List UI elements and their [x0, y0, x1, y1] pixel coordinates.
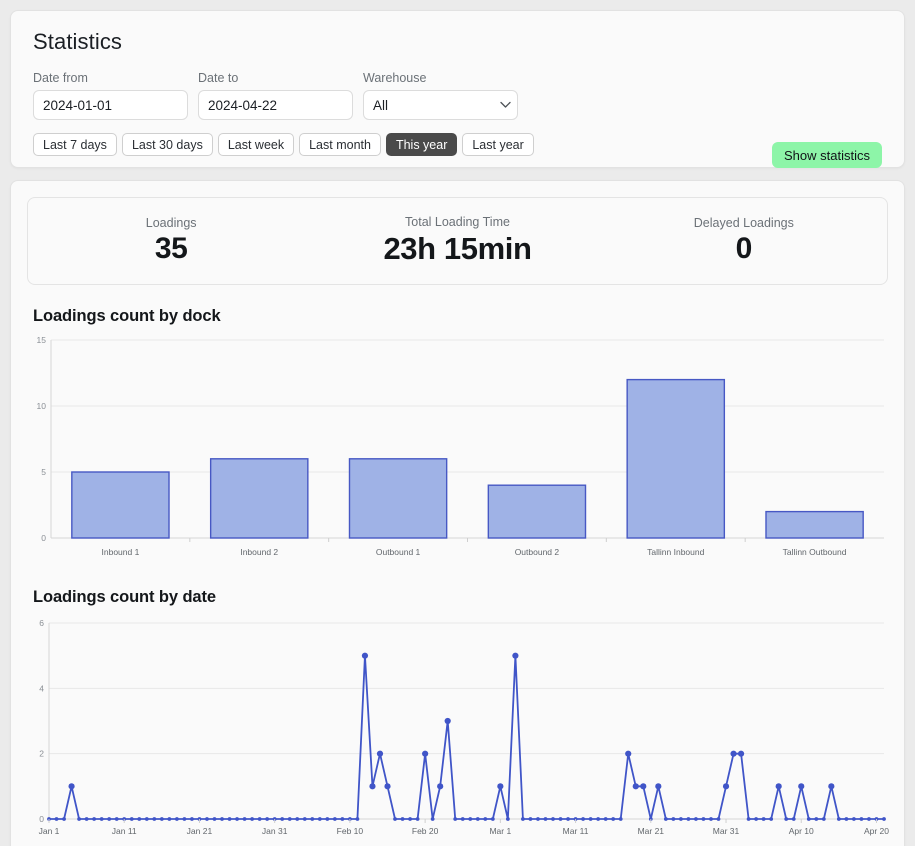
summary-value: 0 — [735, 232, 753, 265]
page-title: Statistics — [33, 29, 123, 54]
svg-text:Tallinn Outbound: Tallinn Outbound — [783, 547, 847, 557]
summary-cell: Loadings 35 — [28, 216, 314, 266]
summary-card: Loadings 35 Total Loading Time 23h 15min Del… — [27, 197, 888, 285]
filter-panel: Statistics Date from Date to Warehouse A… — [10, 10, 905, 168]
warehouse-select-wrap: All — [363, 90, 518, 120]
loadings-by-date-chart[interactable]: 0 2 4 6 Jan 1 Jan 11 Jan 21 Jan 31 Feb 10 Feb 20 M… — [27, 613, 890, 845]
summary-cell: Delayed Loadings 0 — [601, 216, 887, 266]
date-to-field: Date to — [198, 71, 353, 120]
svg-text:2: 2 — [39, 749, 44, 759]
svg-text:Jan 21: Jan 21 — [187, 826, 213, 836]
svg-text:4: 4 — [39, 683, 44, 693]
svg-text:Outbound 2: Outbound 2 — [515, 547, 560, 557]
quick-range-chip[interactable]: Last week — [217, 133, 295, 156]
svg-text:Mar 1: Mar 1 — [489, 826, 511, 836]
line-chart-title: Loadings count by date — [33, 588, 216, 606]
date-to-input[interactable] — [198, 90, 353, 120]
quick-range-chip[interactable]: Last 7 days — [33, 133, 117, 156]
svg-text:Inbound 2: Inbound 2 — [240, 547, 278, 557]
show-statistics-button[interactable]: Show statistics — [772, 142, 882, 168]
svg-text:Mar 31: Mar 31 — [713, 826, 740, 836]
date-from-label: Date from — [33, 71, 88, 85]
filter-fields: Date from Date to Warehouse All — [33, 71, 882, 120]
svg-text:15: 15 — [37, 335, 47, 345]
bar-chart-title: Loadings count by dock — [33, 307, 221, 325]
svg-text:Feb 20: Feb 20 — [412, 826, 439, 836]
svg-text:Mar 11: Mar 11 — [563, 826, 589, 836]
svg-text:Jan 11: Jan 11 — [112, 826, 137, 836]
svg-text:5: 5 — [41, 467, 46, 477]
quick-range-chip[interactable]: Last month — [299, 133, 381, 156]
quick-range-chip[interactable]: Last 30 days — [121, 133, 213, 156]
date-from-input[interactable] — [33, 90, 188, 120]
svg-text:0: 0 — [39, 814, 44, 824]
warehouse-field: Warehouse All — [363, 71, 518, 120]
quick-range-chips: Last 7 days Last 30 days Last week Last mon… — [33, 133, 882, 156]
svg-text:10: 10 — [37, 401, 47, 411]
svg-text:0: 0 — [41, 533, 46, 543]
date-to-label: Date to — [198, 71, 239, 85]
svg-text:Jan 1: Jan 1 — [39, 826, 60, 836]
results-panel: Loadings 35 Total Loading Time 23h 15min Del… — [10, 180, 905, 846]
svg-text:Inbound 1: Inbound 1 — [102, 547, 140, 557]
summary-cell: Total Loading Time 23h 15min — [314, 215, 600, 267]
warehouse-select[interactable]: All — [363, 90, 518, 120]
statistics-page: Statistics Date from Date to Warehouse A… — [0, 0, 915, 846]
svg-text:Mar 21: Mar 21 — [638, 826, 665, 836]
summary-label: Delayed Loadings — [693, 216, 794, 230]
svg-text:Feb 10: Feb 10 — [337, 826, 364, 836]
svg-text:Apr 10: Apr 10 — [789, 826, 814, 836]
svg-text:6: 6 — [39, 618, 44, 628]
date-from-field: Date from — [33, 71, 188, 120]
svg-text:Tallinn Inbound: Tallinn Inbound — [647, 547, 704, 557]
loadings-by-dock-chart[interactable]: 0 5 10 15 Inbound 1 Inbound 2 Outbound 1 Outbou… — [27, 332, 888, 570]
summary-label: Total Loading Time — [405, 215, 510, 229]
warehouse-label: Warehouse — [363, 71, 427, 85]
summary-value: 23h 15min — [383, 231, 532, 266]
quick-range-chip[interactable]: Last year — [462, 133, 534, 156]
svg-text:Apr 20: Apr 20 — [864, 826, 889, 836]
svg-text:Outbound 1: Outbound 1 — [376, 547, 421, 557]
summary-value: 35 — [154, 232, 188, 265]
quick-range-chip[interactable]: This year — [385, 133, 458, 156]
summary-label: Loadings — [145, 216, 197, 230]
svg-text:Jan 31: Jan 31 — [262, 826, 288, 836]
